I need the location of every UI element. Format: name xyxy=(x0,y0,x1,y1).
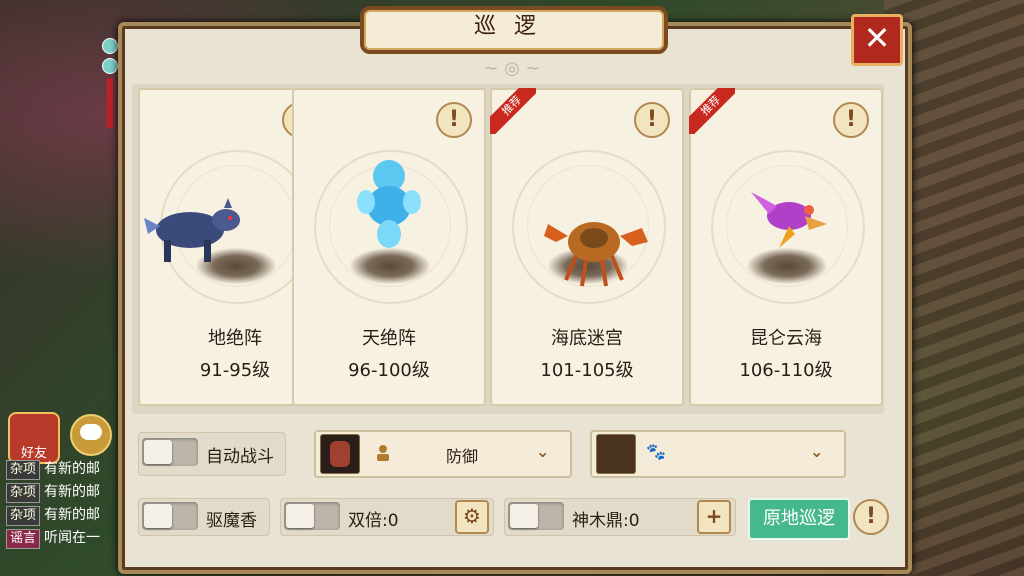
friends-button[interactable]: 好友 xyxy=(8,412,60,464)
chevron-down-icon: ⌄ xyxy=(536,442,550,461)
chat-line[interactable]: 杂项 有新的邮 xyxy=(6,481,126,504)
patrol-here-button[interactable]: 原地巡逻 xyxy=(748,498,850,540)
close-button[interactable]: ✕ xyxy=(851,14,903,66)
chevron-down-icon: ⌄ xyxy=(810,442,824,461)
info-button[interactable]: ! xyxy=(634,102,670,138)
jade-pendant-ornament xyxy=(100,38,120,148)
gear-icon[interactable]: ⚙ xyxy=(455,500,489,534)
chat-text: 听闻在一 xyxy=(44,530,101,546)
level-range: 101-105级 xyxy=(540,360,634,381)
dialog-title: 巡逻 xyxy=(473,14,554,39)
chat-text: 有新的邮 xyxy=(44,507,101,523)
plus-icon[interactable]: + xyxy=(697,500,731,534)
crab-icon xyxy=(544,222,648,287)
recommended-label: 推荐 xyxy=(490,88,536,134)
chat-tag: 谣言 xyxy=(6,529,41,549)
info-button[interactable]: ! xyxy=(833,102,869,138)
auto-battle-toggle[interactable] xyxy=(142,438,198,466)
phoenix-icon xyxy=(751,192,827,248)
empty-slot xyxy=(596,434,636,474)
chat-text: 有新的邮 xyxy=(44,461,101,477)
paw-icon: 🐾 xyxy=(646,442,666,461)
recommended-ribbon: 推荐 xyxy=(689,88,735,134)
stance-value: 防御 xyxy=(446,447,479,466)
chat-line[interactable]: 谣言 听闻在一 xyxy=(6,527,126,550)
chat-tag: 杂项 xyxy=(6,506,41,526)
creature-shadow xyxy=(350,248,430,284)
dialog-title-plaque: 巡逻 xyxy=(360,6,668,54)
chat-tag: 杂项 xyxy=(6,460,41,480)
level-range: 96-100级 xyxy=(348,360,430,381)
repel-toggle[interactable] xyxy=(142,502,198,530)
stance-dropdown[interactable]: 防御 ⌄ xyxy=(314,430,572,478)
pet-dropdown[interactable]: 🐾 ⌄ xyxy=(590,430,846,478)
map-name: 昆仑云海 xyxy=(750,328,822,349)
auto-battle-label: 自动战斗 xyxy=(206,447,274,467)
pet-portrait xyxy=(320,434,360,474)
double-label: 双倍:0 xyxy=(348,511,399,531)
chat-log: 杂项 有新的邮 杂项 有新的邮 杂项 有新的邮 谣言 听闻在一 xyxy=(6,458,126,550)
chat-text: 有新的邮 xyxy=(44,484,101,500)
cauldron-label: 神木鼎:0 xyxy=(572,511,640,531)
help-button[interactable]: ! xyxy=(853,499,889,535)
patrol-card-3[interactable]: 推荐 ! 海底迷宫 101-105级 xyxy=(490,88,684,406)
chat-line[interactable]: 杂项 有新的邮 xyxy=(6,504,126,527)
recommended-label: 推荐 xyxy=(689,88,735,134)
map-name: 海底迷宫 xyxy=(551,328,623,349)
chat-bubble-icon[interactable] xyxy=(70,414,112,456)
ice-spirit-icon xyxy=(357,160,421,248)
patrol-card-2[interactable]: ! 天绝阵 96-100级 xyxy=(292,88,486,406)
level-range: 106-110级 xyxy=(739,360,833,381)
cauldron-toggle[interactable] xyxy=(508,502,564,530)
double-toggle[interactable] xyxy=(284,502,340,530)
person-icon xyxy=(377,445,389,461)
wolf-icon xyxy=(144,198,240,262)
patrol-card-4[interactable]: 推荐 ! 昆仑云海 106-110级 xyxy=(689,88,883,406)
repel-label: 驱魔香 xyxy=(206,511,257,531)
map-name: 天绝阵 xyxy=(362,328,416,349)
creature-shadow xyxy=(747,248,827,284)
recommended-ribbon: 推荐 xyxy=(490,88,536,134)
cloud-ornament: ~ ◎ ~ xyxy=(483,58,541,79)
info-button[interactable]: ! xyxy=(436,102,472,138)
chat-line[interactable]: 杂项 有新的邮 xyxy=(6,458,126,481)
chat-tag: 杂项 xyxy=(6,483,41,503)
